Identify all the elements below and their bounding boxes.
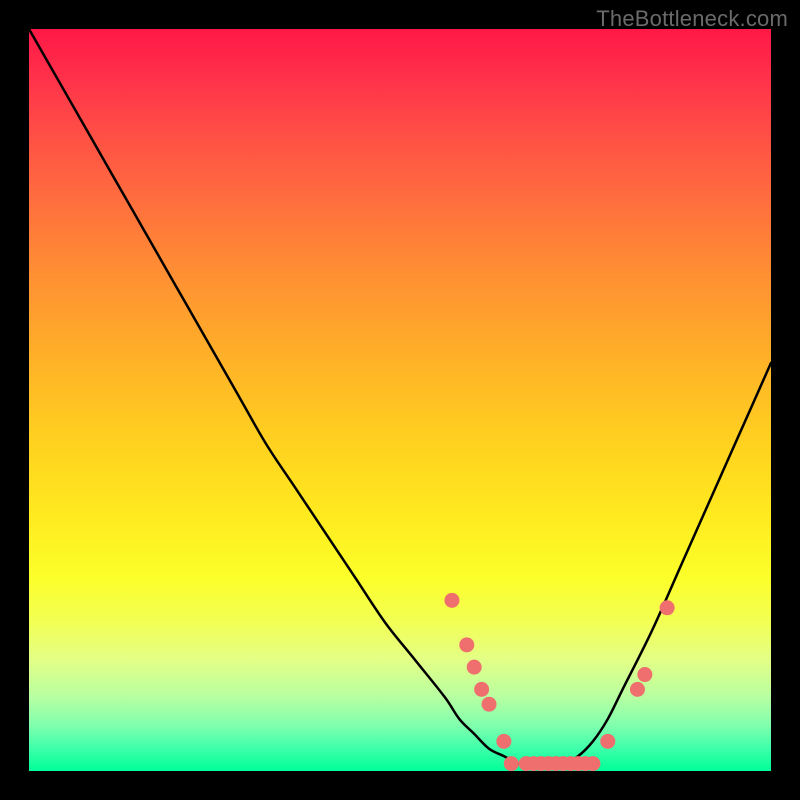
data-point	[585, 756, 600, 771]
data-point	[444, 593, 459, 608]
data-point	[600, 734, 615, 749]
data-point	[504, 756, 519, 771]
data-point	[660, 600, 675, 615]
data-point	[467, 660, 482, 675]
plot-area	[29, 29, 771, 771]
data-point	[459, 637, 474, 652]
points-layer	[29, 29, 771, 771]
data-point	[630, 682, 645, 697]
data-point	[474, 682, 489, 697]
points-group	[444, 593, 674, 771]
data-point	[637, 667, 652, 682]
chart-frame: TheBottleneck.com	[0, 0, 800, 800]
data-point	[482, 697, 497, 712]
data-point	[496, 734, 511, 749]
